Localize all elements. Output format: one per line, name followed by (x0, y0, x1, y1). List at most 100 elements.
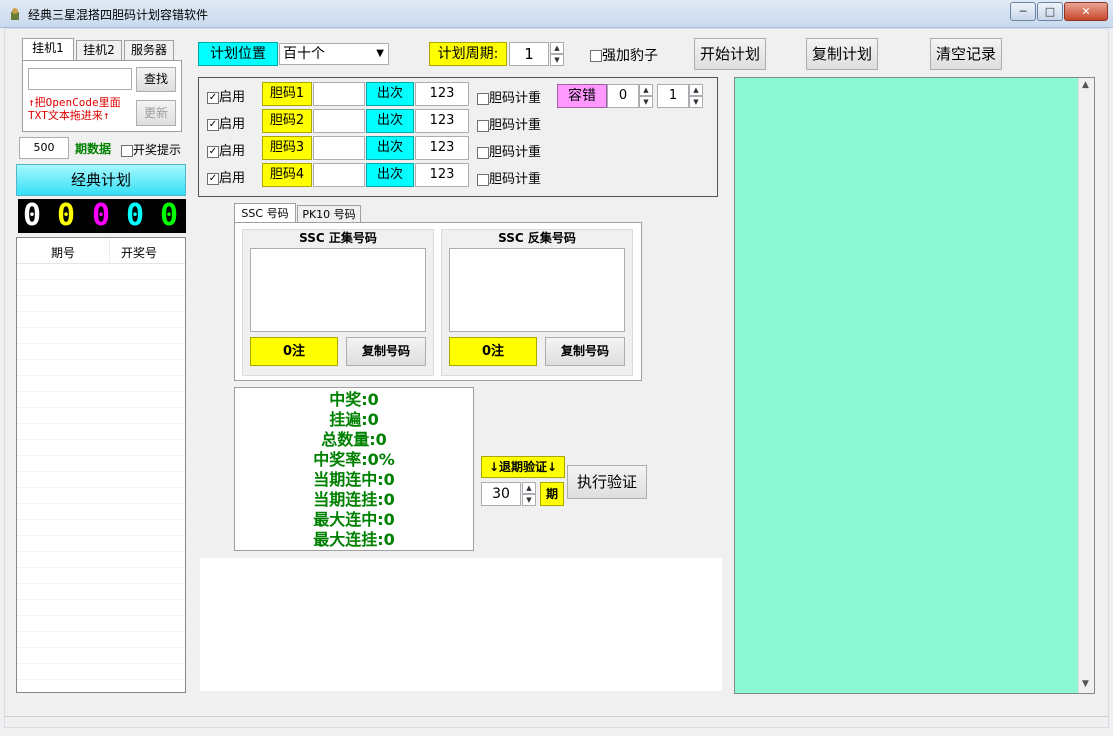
enable-label: 启用 (219, 117, 246, 132)
tab-server[interactable]: 服务器 (124, 40, 174, 60)
drag-hint: ↑把OpenCode里面TXT文本拖进来↑ (28, 96, 121, 122)
check-icon: ✓ (207, 118, 219, 131)
negative-group-title: SSC 反集号码 (498, 231, 576, 245)
times-label-3: 出次 (366, 136, 414, 160)
times-label-1: 出次 (366, 82, 414, 106)
enable-checkbox-3[interactable]: ✓ 启用 (207, 140, 245, 159)
window-title: 经典三星混搭四胆码计划容错软件 (28, 8, 209, 22)
plan-cycle-input[interactable]: 1 (509, 42, 549, 66)
check-icon: ✓ (207, 172, 219, 185)
bile-repeat-checkbox-1[interactable]: 胆码计重 (477, 87, 541, 106)
classic-plan-button[interactable]: 经典计划 (16, 164, 186, 196)
tolerance-input-1[interactable]: 0 (607, 84, 639, 108)
plan-position-value: 百十个 (283, 46, 325, 62)
copy-negative-button[interactable]: 复制号码 (545, 337, 625, 366)
stat-current-loss-streak: 当期连挂:0 (313, 490, 395, 509)
tolerance1-down-icon[interactable]: ▼ (639, 96, 653, 108)
tolerance2-up-icon[interactable]: ▲ (689, 84, 703, 96)
lottery-digit: 0 (158, 198, 180, 233)
bile-repeat-checkbox-2[interactable]: 胆码计重 (477, 114, 541, 133)
bile-code-input-3[interactable] (313, 136, 365, 160)
run-verify-button[interactable]: 执行验证 (567, 465, 647, 499)
bile-repeat-label: 胆码计重 (489, 91, 542, 106)
search-button[interactable]: 查找 (136, 67, 176, 92)
cycle-up-icon[interactable]: ▲ (550, 42, 564, 54)
verify-up-icon[interactable]: ▲ (522, 482, 536, 494)
copy-positive-button[interactable]: 复制号码 (346, 337, 426, 366)
negative-numbers-textarea[interactable] (449, 248, 625, 332)
scroll-down-icon[interactable]: ▼ (1082, 679, 1089, 689)
periods-label: 期数据 (75, 142, 112, 156)
verify-down-icon[interactable]: ▼ (522, 494, 536, 506)
stat-wins: 中奖:0 (329, 390, 379, 409)
enable-checkbox-1[interactable]: ✓ 启用 (207, 86, 245, 105)
check-icon: ✓ (207, 145, 219, 158)
lottery-digit: 0 (90, 198, 112, 233)
bile-repeat-checkbox-3[interactable]: 胆码计重 (477, 141, 541, 160)
bile-repeat-checkbox-4[interactable]: 胆码计重 (477, 168, 541, 187)
tolerance1-up-icon[interactable]: ▲ (639, 84, 653, 96)
positive-count: 0注 (250, 337, 338, 366)
periods-input[interactable]: 500 (19, 137, 69, 159)
bile-code-input-1[interactable] (313, 82, 365, 106)
close-button[interactable]: ✕ (1064, 2, 1108, 21)
opencode-input[interactable] (28, 68, 132, 90)
verify-periods-input[interactable]: 30 (481, 482, 521, 506)
stat-max-win-streak: 最大连中:0 (313, 510, 395, 529)
start-plan-button[interactable]: 开始计划 (694, 38, 766, 70)
lottery-digit: 0 (55, 198, 77, 233)
enable-label: 启用 (219, 90, 246, 105)
bile-repeat-label: 胆码计重 (489, 145, 542, 160)
chevron-down-icon: ▼ (376, 48, 384, 59)
plan-position-label: 计划位置 (198, 42, 278, 66)
tolerance2-down-icon[interactable]: ▼ (689, 96, 703, 108)
checkbox-icon (477, 146, 489, 159)
copy-plan-button[interactable]: 复制计划 (806, 38, 878, 70)
title-bar: 经典三星混搭四胆码计划容错软件 ─ □ ✕ (0, 0, 1113, 28)
lottery-digit: 0 (21, 198, 43, 233)
open-hint-checkbox[interactable]: 开奖提示 (121, 141, 181, 158)
plan-result-area[interactable] (734, 77, 1095, 694)
clear-records-button[interactable]: 清空记录 (930, 38, 1002, 70)
bile-repeat-label: 胆码计重 (489, 172, 542, 187)
minimize-button[interactable]: ─ (1010, 2, 1036, 21)
times-input-4[interactable]: 123 (415, 163, 469, 187)
times-input-3[interactable]: 123 (415, 136, 469, 160)
enable-checkbox-4[interactable]: ✓ 启用 (207, 167, 245, 186)
checkbox-icon (477, 119, 489, 132)
cycle-down-icon[interactable]: ▼ (550, 54, 564, 66)
tab-guaji1[interactable]: 挂机1 (22, 38, 74, 60)
col-result[interactable]: 开奖号 (109, 244, 169, 261)
bile-code-input-4[interactable] (313, 163, 365, 187)
times-input-1[interactable]: 123 (415, 82, 469, 106)
bile-code-label-1: 胆码1 (262, 82, 312, 106)
bile-code-label-3: 胆码3 (262, 136, 312, 160)
maximize-button[interactable]: □ (1037, 2, 1063, 21)
tab-guaji2[interactable]: 挂机2 (76, 40, 122, 60)
positive-numbers-textarea[interactable] (250, 248, 426, 332)
checkbox-icon (477, 92, 489, 105)
result-scrollbar[interactable]: ▲ ▼ (1078, 78, 1094, 693)
force-baozi-checkbox[interactable]: 强加豹子 (590, 45, 658, 65)
times-label-4: 出次 (366, 163, 414, 187)
tolerance-input-2[interactable]: 1 (657, 84, 689, 108)
checkbox-icon (590, 50, 602, 62)
positive-group-title: SSC 正集号码 (299, 231, 377, 245)
stat-win-rate: 中奖率:0% (313, 450, 395, 469)
col-period[interactable]: 期号 (17, 244, 109, 261)
tab-pk10-numbers[interactable]: PK10 号码 (297, 205, 361, 223)
tolerance-label: 容错 (557, 84, 607, 108)
history-table[interactable]: 期号 开奖号 (16, 237, 186, 693)
verify-unit-label: 期 (540, 482, 564, 506)
force-baozi-label: 强加豹子 (602, 48, 658, 64)
plan-position-select[interactable]: 百十个 ▼ (279, 43, 389, 65)
times-input-2[interactable]: 123 (415, 109, 469, 133)
enable-checkbox-2[interactable]: ✓ 启用 (207, 113, 245, 132)
bile-code-input-2[interactable] (313, 109, 365, 133)
checkbox-icon (121, 144, 133, 157)
enable-label: 启用 (219, 171, 246, 186)
scroll-up-icon[interactable]: ▲ (1082, 80, 1089, 90)
tab-ssc-numbers[interactable]: SSC 号码 (234, 203, 296, 223)
update-button[interactable]: 更新 (136, 100, 176, 126)
log-area[interactable] (200, 558, 722, 691)
